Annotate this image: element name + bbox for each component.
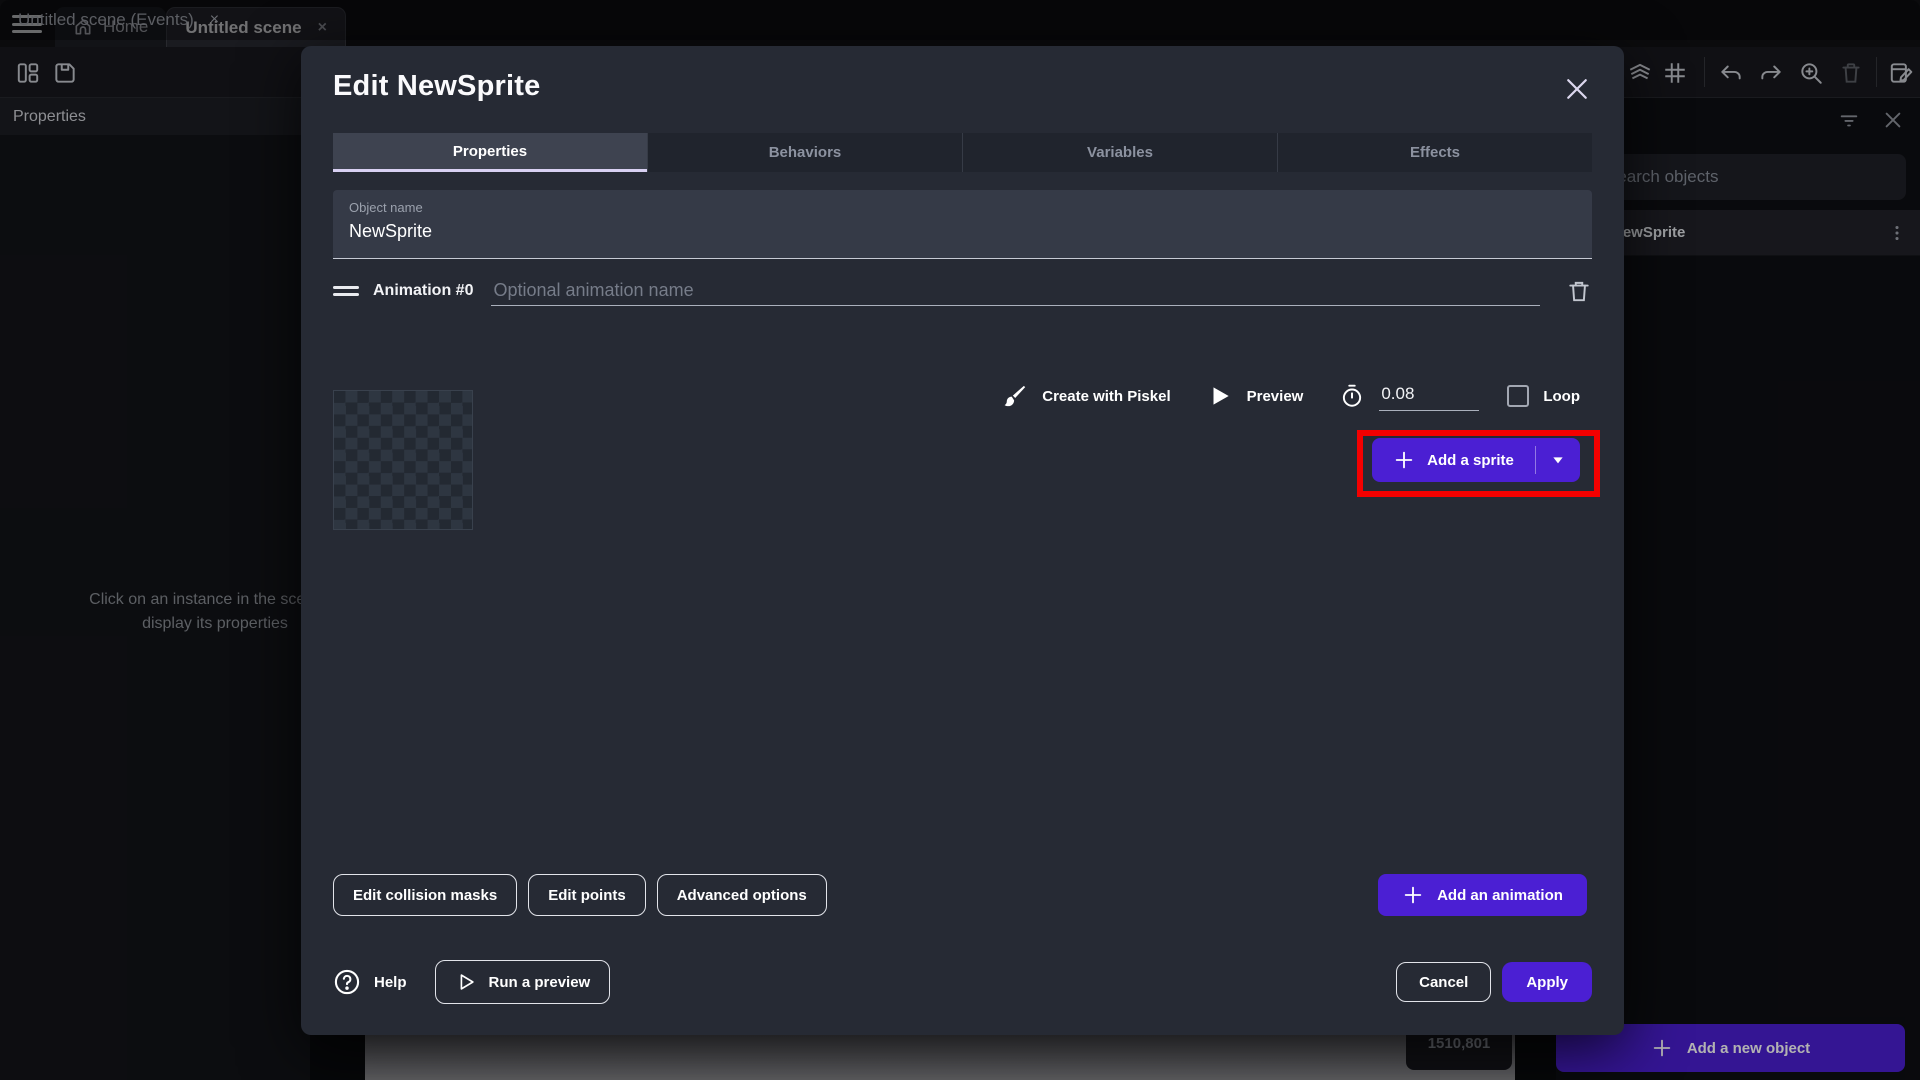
help-icon: [333, 968, 361, 996]
tab-effects[interactable]: Effects: [1277, 133, 1592, 172]
create-with-piskel-button[interactable]: Create with Piskel: [1002, 383, 1170, 409]
edit-sprite-dialog: Edit NewSprite Properties Behaviors Vari…: [301, 46, 1624, 1035]
tab-properties[interactable]: Properties: [333, 133, 647, 172]
add-sprite-button[interactable]: Add a sprite: [1372, 438, 1580, 482]
drag-handle-icon[interactable]: [333, 283, 359, 299]
plus-icon: [1393, 449, 1415, 471]
time-between-frames-input[interactable]: [1379, 381, 1479, 411]
delete-animation-icon[interactable]: [1566, 277, 1592, 305]
plus-icon: [1402, 884, 1424, 906]
play-outline-icon: [455, 971, 477, 993]
gdevelop-app: Home Untitled scene × Untitled scene (Ev…: [0, 0, 1920, 1080]
object-name-field-label: Object name: [349, 200, 1576, 215]
animation-row: Animation #0: [333, 274, 1592, 308]
help-button[interactable]: Help: [333, 968, 407, 996]
edit-collision-masks-button[interactable]: Edit collision masks: [333, 874, 517, 916]
loop-label: Loop: [1543, 388, 1580, 405]
dialog-title: Edit NewSprite: [333, 70, 540, 103]
animation-controls-row: Create with Piskel Preview Loop: [1002, 376, 1580, 416]
close-dialog-icon[interactable]: [1562, 74, 1592, 104]
object-name-field[interactable]: Object name NewSprite: [333, 190, 1592, 259]
object-name-field-value: NewSprite: [349, 221, 1576, 242]
dialog-footer: Help Run a preview Cancel Apply: [333, 958, 1592, 1006]
edit-points-button[interactable]: Edit points: [528, 874, 646, 916]
add-animation-button[interactable]: Add an animation: [1378, 874, 1587, 916]
tab-variables[interactable]: Variables: [962, 133, 1277, 172]
play-icon: [1207, 383, 1233, 409]
sprite-tools-row: Edit collision masks Edit points Advance…: [333, 874, 827, 916]
timer-icon: [1339, 383, 1365, 409]
brush-icon: [1002, 383, 1028, 409]
apply-button[interactable]: Apply: [1502, 962, 1592, 1002]
loop-checkbox[interactable]: [1507, 385, 1529, 407]
dialog-tab-bar: Properties Behaviors Variables Effects: [333, 133, 1592, 172]
run-preview-button[interactable]: Run a preview: [435, 960, 611, 1004]
empty-sprite-placeholder[interactable]: [333, 390, 473, 530]
cancel-button[interactable]: Cancel: [1396, 962, 1491, 1002]
advanced-options-button[interactable]: Advanced options: [657, 874, 827, 916]
chevron-down-icon: [1550, 452, 1566, 468]
add-sprite-label: Add a sprite: [1427, 452, 1514, 469]
animation-title: Animation #0: [373, 282, 473, 300]
tab-behaviors[interactable]: Behaviors: [647, 133, 962, 172]
animation-name-input[interactable]: [491, 276, 1540, 306]
preview-animation-button[interactable]: Preview: [1207, 383, 1304, 409]
add-sprite-dropdown-button[interactable]: [1536, 452, 1580, 468]
